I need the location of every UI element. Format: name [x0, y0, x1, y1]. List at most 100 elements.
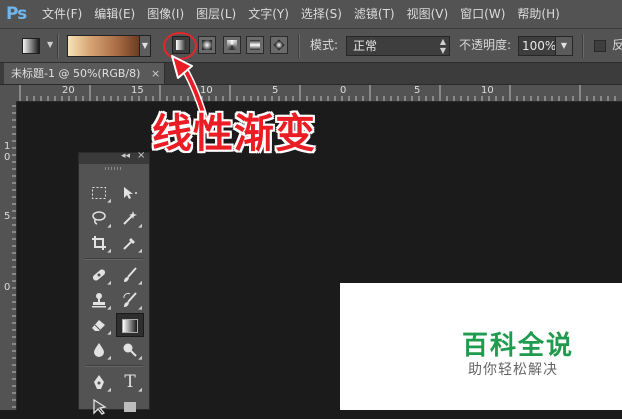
mode-select[interactable]: 正常 ▲ ▼	[346, 36, 450, 56]
type-tool[interactable]: T ◢	[116, 370, 144, 394]
tool-flyout-indicator: ◢	[107, 305, 111, 311]
watermark-panel: 百科全说 助你轻松解决	[340, 283, 622, 410]
move-tool[interactable]	[116, 181, 144, 205]
crop-tool[interactable]: ◢	[85, 231, 113, 255]
ruler-number: 0	[4, 282, 11, 293]
mode-select-value: 正常	[353, 39, 378, 53]
photoshop-logo[interactable]: Ps	[6, 3, 32, 25]
reflected-gradient-button[interactable]	[246, 36, 264, 54]
menu-select[interactable]: 选择(S)	[295, 0, 348, 28]
blur-tool[interactable]: ◢	[85, 338, 113, 362]
watermark-subtitle: 助你轻松解决	[468, 362, 558, 378]
healing-brush-tool[interactable]: ◢	[85, 263, 113, 287]
mode-label: 模式:	[310, 38, 339, 52]
angle-gradient-icon	[227, 40, 237, 50]
ruler-number: 5	[4, 211, 11, 222]
options-bar: ▼ ▼ 模式: 正常 ▲ ▼ 不透明度: 100% ▼ 反	[0, 29, 622, 63]
dodge-tool[interactable]: ◢	[116, 338, 144, 362]
ruler-horizontal[interactable]: 20 15 10 5 0 5 10	[17, 85, 622, 102]
clone-stamp-tool[interactable]: ◢	[85, 288, 113, 312]
menu-image[interactable]: 图像(I)	[141, 0, 190, 28]
ruler-corner[interactable]	[0, 85, 17, 102]
marquee-tool[interactable]: ◢	[85, 181, 113, 205]
menu-bar: Ps 文件(F) 编辑(E) 图像(I) 图层(L) 文字(Y) 选择(S) 滤…	[0, 0, 622, 29]
tool-preset-chevron-down-icon[interactable]: ▼	[47, 40, 53, 49]
menu-items: 文件(F) 编辑(E) 图像(I) 图层(L) 文字(Y) 选择(S) 滤镜(T…	[36, 0, 566, 28]
diamond-gradient-icon	[273, 39, 285, 51]
separator	[298, 34, 300, 58]
tool-flyout-indicator: ◢	[138, 223, 142, 229]
ruler-number: 5	[414, 85, 421, 96]
magic-wand-icon	[123, 211, 137, 225]
eraser-tool[interactable]: ◢	[85, 313, 113, 337]
crop-icon	[92, 236, 106, 250]
rectangular-marquee-icon	[92, 187, 106, 199]
menu-view[interactable]: 视图(V)	[401, 0, 455, 28]
rectangle-tool[interactable]	[116, 395, 144, 419]
tools-panel-header[interactable]: ◂◂ ×	[79, 150, 149, 164]
path-arrow-icon	[93, 398, 107, 415]
path-selection-tool[interactable]	[85, 395, 113, 419]
tool-flyout-indicator: ◢	[138, 305, 142, 311]
document-tab[interactable]: 未标题-1 @ 50%(RGB/8) ×	[4, 63, 165, 84]
lasso-tool[interactable]: ◢	[85, 206, 113, 230]
collapse-icon[interactable]: ◂◂	[121, 151, 130, 161]
tool-flyout-indicator: ◢	[107, 198, 111, 204]
ruler-number: 5	[272, 85, 279, 96]
ruler-number: 0	[4, 152, 11, 163]
tool-flyout-indicator: ◢	[138, 248, 142, 254]
menu-file[interactable]: 文件(F)	[36, 0, 88, 28]
opacity-chevron-down-icon[interactable]: ▼	[555, 36, 573, 56]
menu-edit[interactable]: 编辑(E)	[88, 0, 141, 28]
ruler-vertical[interactable]: 1 0 5 0	[0, 101, 17, 410]
lasso-icon	[92, 211, 106, 225]
menu-help[interactable]: 帮助(H)	[511, 0, 565, 28]
mode-select-updown-icon: ▲ ▼	[439, 37, 446, 55]
move-arrow-icon	[124, 187, 137, 199]
menu-layer[interactable]: 图层(L)	[190, 0, 242, 28]
close-icon[interactable]: ×	[151, 63, 160, 84]
pen-tool[interactable]: ◢	[85, 370, 113, 394]
gradient-picker-chevron-down-icon[interactable]: ▼	[139, 35, 151, 57]
tool-flyout-indicator: ◢	[107, 355, 111, 361]
ruler-number: 10	[481, 85, 494, 96]
water-drop-icon	[94, 343, 104, 357]
history-brush-tool[interactable]: ◢	[116, 288, 144, 312]
dodge-icon	[123, 343, 137, 357]
stamp-icon	[92, 293, 106, 308]
ruler-horizontal-ticks	[19, 85, 616, 101]
tool-preset-gradient-icon[interactable]	[22, 38, 40, 54]
ruler-number: 15	[131, 85, 144, 96]
separator	[57, 34, 59, 58]
separator	[582, 34, 584, 58]
magic-wand-tool[interactable]: ◢	[116, 206, 144, 230]
annotation-label: 线性渐变	[152, 111, 316, 157]
ruler-number: 0	[340, 85, 347, 96]
tool-flyout-indicator: ◢	[138, 387, 142, 393]
menu-type[interactable]: 文字(Y)	[242, 0, 295, 28]
reflected-gradient-icon	[250, 40, 260, 50]
gradient-editor-preview[interactable]	[67, 35, 141, 57]
brush-tool[interactable]: ◢	[116, 263, 144, 287]
menu-filter[interactable]: 滤镜(T)	[348, 0, 401, 28]
diamond-gradient-button[interactable]	[270, 36, 288, 54]
tool-flyout-indicator: ◢	[107, 330, 111, 336]
eyedropper-tool[interactable]: ◢	[116, 231, 144, 255]
tools-panel: ◂◂ × ◢ ◢ ◢ ◢ ◢ ◢ ◢ ◢ ◢ ◢ ◢ ◢ ◢ T ◢	[78, 150, 150, 415]
panel-grip-handle[interactable]	[105, 167, 123, 170]
type-t-icon: T	[124, 372, 136, 392]
menu-window[interactable]: 窗口(W)	[454, 0, 511, 28]
tool-flyout-indicator: ◢	[107, 248, 111, 254]
tools-separator	[85, 258, 143, 260]
angle-gradient-button[interactable]	[223, 36, 241, 54]
opacity-label: 不透明度:	[459, 38, 512, 52]
close-icon[interactable]: ×	[137, 150, 145, 161]
opacity-input[interactable]: 100%	[518, 36, 556, 56]
reverse-checkbox[interactable]	[594, 40, 606, 52]
tool-flyout-indicator: ◢	[138, 280, 142, 286]
radial-gradient-icon	[202, 40, 212, 50]
gradient-tool[interactable]	[116, 313, 144, 337]
rectangle-shape-icon	[124, 402, 136, 412]
eyedropper-icon	[123, 238, 135, 250]
tool-flyout-indicator: ◢	[107, 223, 111, 229]
